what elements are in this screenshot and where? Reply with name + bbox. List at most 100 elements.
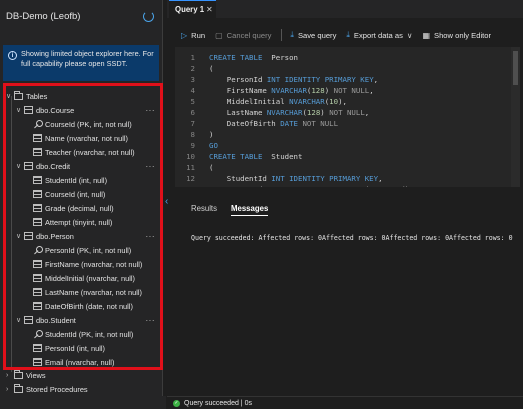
save-query-button[interactable]: ⤓ Save query [290,30,336,40]
export-label: Export data as [353,30,403,40]
tree-node-views[interactable]: › Views [6,369,46,381]
line-number: 4 [190,86,195,95]
code-line: LastName NVARCHAR(128) NOT NULL, [209,108,370,117]
tree-node-tables[interactable]: ∨ Tables [6,90,47,102]
code-line: StudentId INT IDENTITY PRIMARY KEY, [209,174,383,183]
tab-query-1[interactable]: Query 1 ✕ [169,0,216,18]
line-number: 3 [190,75,195,84]
column-label: Name (nvarchar, not null) [45,133,128,143]
column-item[interactable]: Grade (decimal, null) [33,202,114,214]
tree-node-stored-procedures[interactable]: › Stored Procedures [6,383,88,395]
column-item[interactable]: StudentId (PK, int, not null) [33,328,133,340]
column-item[interactable]: FirstName (nvarchar, not null) [33,258,142,270]
column-item[interactable]: Attempt (tinyint, null) [33,216,112,228]
code-editor[interactable]: 1 2 3 4 5 6 7 8 9 10 11 12 13 CREATE TAB… [167,47,523,187]
column-icon [33,358,42,366]
column-item[interactable]: MiddelInitial (nvarchar, null) [33,272,135,284]
line-number: 7 [190,119,195,128]
export-data-button[interactable]: ⤓ Export data as ∨ [346,30,412,40]
code-line: ) [209,130,214,139]
info-banner: i Showing limited object explorer here. … [3,45,159,81]
column-item[interactable]: PersonId (PK, int, not null) [33,244,131,256]
tree-node-credit[interactable]: ∨ dbo.Credit ··· [16,160,163,172]
chevron-down-icon[interactable]: ∨ [16,106,24,114]
column-label: MiddelInitial (nvarchar, null) [45,273,135,283]
key-icon [33,245,43,255]
connection-title: DB-Demo (Leofb) [6,11,81,22]
more-icon[interactable]: ··· [146,162,156,171]
column-item[interactable]: Teacher (nvarchar, not null) [33,146,135,158]
column-label: FirstName (nvarchar, not null) [45,259,143,269]
tab-messages[interactable]: Messages [231,204,269,216]
column-label: LastName (nvarchar, not null) [45,287,142,297]
column-item[interactable]: CourseId (PK, int, not null) [33,118,132,130]
line-number: 6 [190,108,195,117]
chevron-right-icon[interactable]: › [6,372,14,379]
tab-label: Query 1 [175,5,205,14]
chevron-right-icon[interactable]: › [6,386,14,393]
column-item[interactable]: PersonId (int, null) [33,342,105,354]
column-label: PersonId (int, null) [45,343,105,353]
play-icon: ▷ [181,30,188,40]
tree-node-student[interactable]: ∨ dbo.Student ··· [16,314,163,326]
column-item[interactable]: CourseId (int, null) [33,188,105,200]
table-icon [24,316,33,324]
code-line: DateOfBirth DATE NOT NULL [209,119,339,128]
more-icon[interactable]: ··· [146,316,156,325]
code-line: GO [209,141,218,150]
result-message: Query succeeded: Affected rows: 0Affecte… [191,234,513,242]
tree-label: Stored Procedures [26,384,88,394]
stop-icon: ▢ [215,30,223,40]
chevron-down-icon[interactable]: ∨ [16,316,24,324]
column-item[interactable]: LastName (nvarchar, not null) [33,286,142,298]
code-line: ( [209,163,214,172]
key-icon [33,119,43,129]
more-icon[interactable]: ··· [146,106,156,115]
column-item[interactable]: StudentId (int, null) [33,174,107,186]
status-bar: ✓ Query succeeded | 0s [167,396,523,409]
column-icon [33,190,42,198]
code-line: ( [209,64,214,73]
more-icon[interactable]: ··· [146,232,156,241]
query-toolbar: ▷ Run ▢ Cancel query ⤓ Save query ⤓ Expo… [167,26,523,44]
refresh-icon[interactable] [143,11,154,22]
cancel-query-button[interactable]: ▢ Cancel query [215,31,271,40]
column-icon [33,134,42,142]
run-button[interactable]: ▷ Run [181,31,205,40]
folder-icon [14,383,23,393]
chevron-down-icon[interactable]: ∨ [16,162,24,170]
column-icon [33,260,42,268]
line-number: 1 [190,53,195,62]
column-label: PersonId (PK, int, not null) [45,245,132,255]
column-item[interactable]: Email (nvarchar, null) [33,356,114,368]
column-item[interactable]: DateOfBirth (date, not null) [33,300,133,312]
code-line: CREATE TABLE Person [209,53,299,62]
column-icon [33,344,42,352]
grid-icon: ▦ [422,30,431,40]
code-line: FirstName NVARCHAR(128) NOT NULL, [209,86,374,95]
results-tabbar: Results Messages [167,204,523,220]
line-number: 5 [190,97,195,106]
column-label: Attempt (tinyint, null) [45,217,113,227]
tree-label: Views [26,370,46,380]
column-icon [33,302,42,310]
tree-node-person[interactable]: ∨ dbo.Person ··· [16,230,163,242]
chevron-down-icon[interactable]: ∨ [16,232,24,240]
editor-scroll-thumb[interactable] [513,51,518,85]
tree-label: dbo.Student [36,315,76,325]
show-only-editor-button[interactable]: ▦ Show only Editor [422,31,491,40]
line-number: 12 [186,174,195,183]
column-label: Email (nvarchar, null) [45,357,115,367]
object-explorer: DB-Demo (Leofb) i Showing limited object… [0,0,163,409]
line-number: 8 [190,130,195,139]
tab-results[interactable]: Results [191,204,217,220]
close-icon[interactable]: ✕ [206,5,213,14]
chevron-down-icon[interactable]: ∨ [6,92,14,100]
line-number: 2 [190,64,195,73]
tree-node-course[interactable]: ∨ dbo.Course ··· [16,104,163,116]
save-icon: ⤓ [290,30,294,39]
column-label: Grade (decimal, null) [45,203,114,213]
column-item[interactable]: Name (nvarchar, not null) [33,132,128,144]
info-text: Showing limited object explorer here. Fo… [21,49,154,68]
column-label: CourseId (PK, int, not null) [45,119,132,129]
